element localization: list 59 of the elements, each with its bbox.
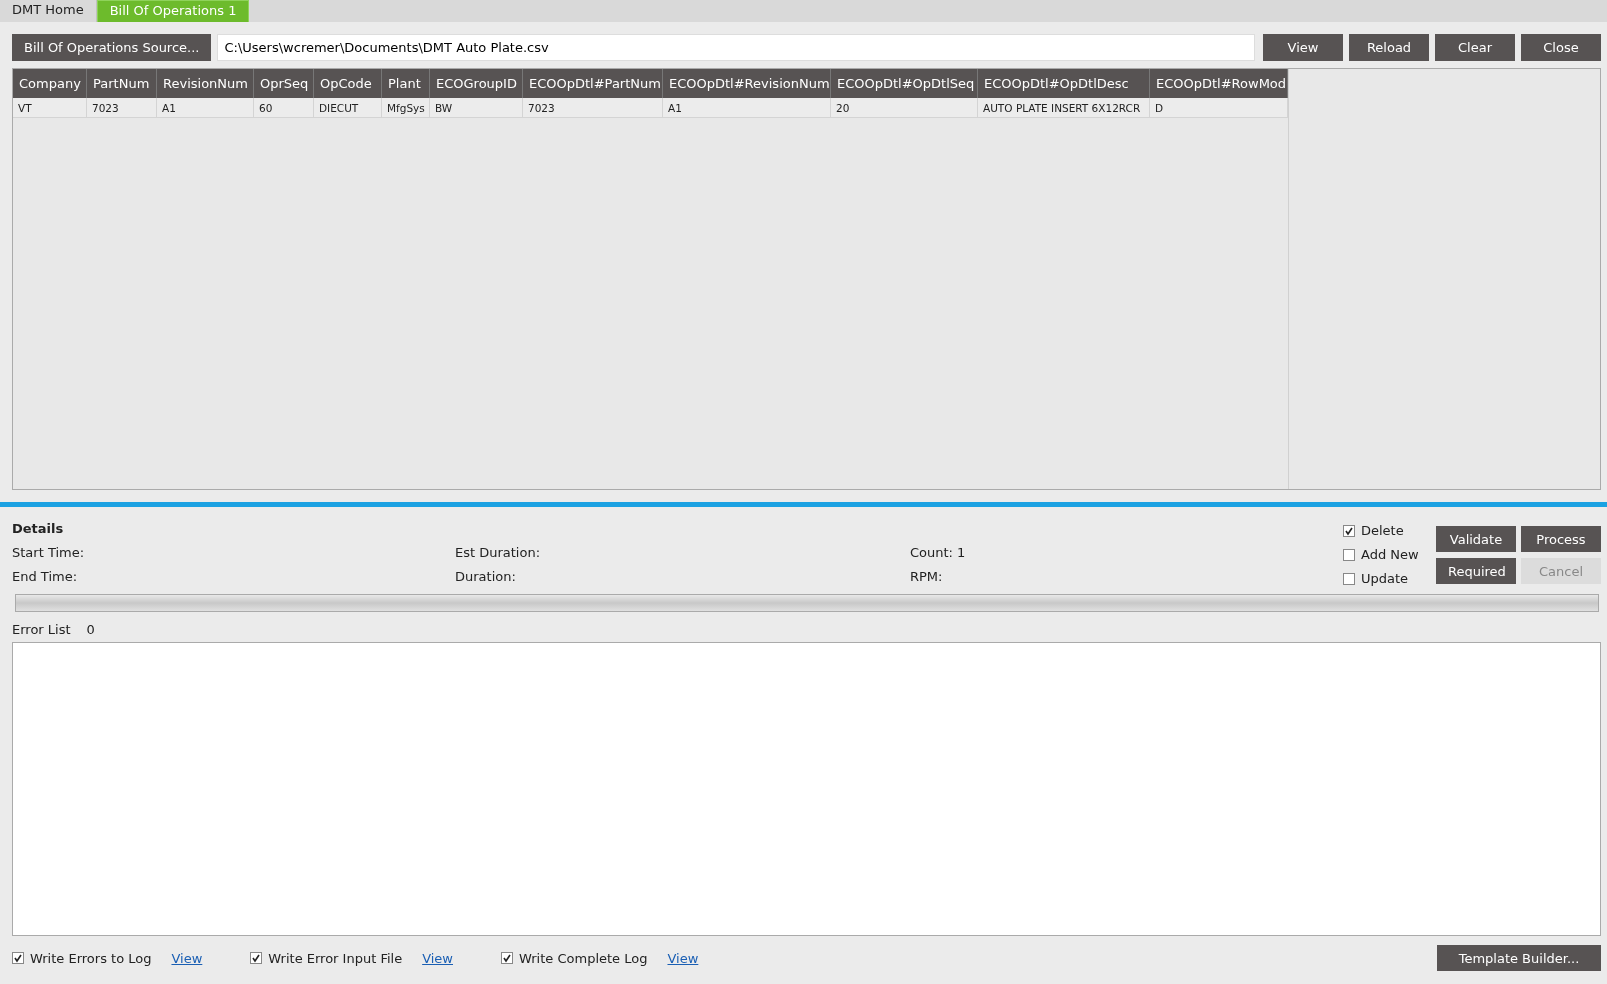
action-button[interactable]: Validate [1436,526,1516,552]
column-header[interactable]: ECOOpDtl#OpDtlSeq [831,69,978,98]
source-button[interactable]: Bill Of Operations Source... [12,34,212,61]
table-cell: 7023 [523,98,663,118]
field-label: End Time: [12,569,79,584]
column-header[interactable]: OpCode [314,69,382,98]
table-cell: 20 [831,98,978,118]
view-link[interactable]: View [667,950,699,966]
column-header[interactable]: ECOOpDtl#RevisionNum [663,69,831,98]
field-label: RPM: [910,569,944,584]
column-header[interactable]: Plant [382,69,430,98]
column-header[interactable]: OprSeq [254,69,314,98]
checkbox[interactable] [1343,524,1355,537]
checkbox-label: Update [1361,571,1409,586]
table-cell: BW [430,98,523,118]
error-count: 0 [86,622,95,637]
table-cell: 7023 [87,98,157,118]
toolbar-button[interactable]: Clear [1435,34,1515,61]
checkbox[interactable] [501,952,513,964]
column-header[interactable]: PartNum [87,69,157,98]
column-header[interactable]: RevisionNum [157,69,254,98]
field-label: Start Time: [12,545,86,560]
checkbox[interactable] [250,952,263,964]
checkbox[interactable] [1343,572,1355,585]
toolbar-button[interactable]: View [1263,34,1343,61]
checkbox-label: Write Error Input File [268,950,403,966]
table-cell: MfgSys [382,98,430,118]
toolbar-button[interactable]: Close [1521,34,1601,61]
checkbox[interactable] [12,952,24,964]
table-cell: D [1150,98,1288,118]
table-cell: AUTO PLATE INSERT 6X12RCR [978,98,1150,118]
checkbox-label: Add New [1361,547,1419,562]
column-header[interactable]: ECOOpDtl#OpDtlDesc [978,69,1150,98]
action-button[interactable]: Required [1436,558,1516,584]
toolbar-button[interactable]: Reload [1349,34,1429,61]
checkbox[interactable] [1343,548,1355,561]
file-path-field[interactable]: C:\Users\wcremer\Documents\DMT Auto Plate.csv [217,34,1255,61]
field-label: Duration: [455,569,517,584]
checkbox-label: Write Errors to Log [30,950,152,966]
column-header[interactable]: ECOOpDtl#RowMod [1150,69,1288,98]
table-cell: A1 [157,98,254,118]
checkbox-label: Write Complete Log [519,950,648,966]
table-cell: VT [13,98,87,118]
view-link[interactable]: View [422,950,453,966]
field-label: Est Duration: [455,545,542,560]
column-header[interactable]: ECOGroupID [430,69,523,98]
error-list-label: Error List [12,622,71,637]
details-title: Details [12,521,65,536]
template-builder-button[interactable]: Template Builder... [1437,945,1601,971]
action-button[interactable]: Process [1521,526,1601,552]
column-header[interactable]: Company [13,69,87,98]
checkbox-label: Delete [1361,523,1404,538]
field-label: Count: 1 [910,545,967,560]
column-header[interactable]: ECOOpDtl#PartNum [523,69,663,98]
table-cell: 60 [254,98,314,118]
tab[interactable]: DMT Home [0,0,97,22]
table-cell: DIECUT [314,98,382,118]
view-link[interactable]: View [171,950,203,966]
table-cell: A1 [663,98,831,118]
